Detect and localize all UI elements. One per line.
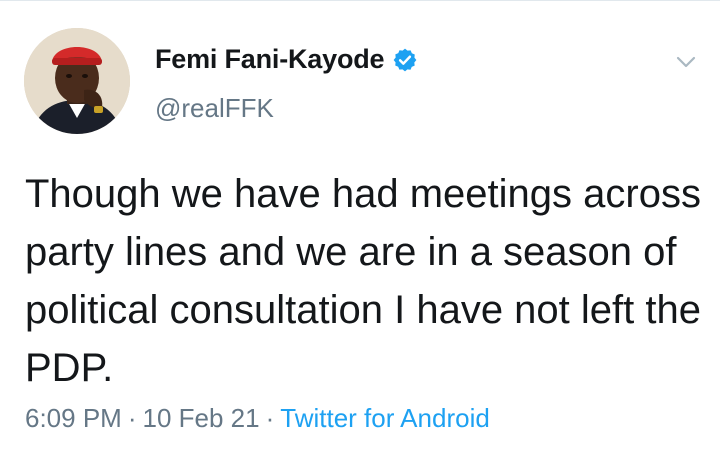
meta-separator: · — [127, 403, 137, 433]
top-divider — [0, 0, 720, 1]
tweet-date[interactable]: 10 Feb 21 — [143, 403, 260, 433]
author-display-name[interactable]: Femi Fani-Kayode — [155, 44, 385, 75]
profile-photo-icon — [24, 28, 130, 134]
tweet-metadata: 6:09 PM · 10 Feb 21 · Twitter for Android — [25, 403, 490, 434]
avatar[interactable] — [24, 28, 130, 134]
tweet-time[interactable]: 6:09 PM — [25, 403, 122, 433]
chevron-down-icon[interactable] — [674, 50, 698, 74]
tweet-source-link[interactable]: Twitter for Android — [280, 403, 490, 433]
verified-badge-icon — [393, 48, 417, 71]
author-name-row[interactable]: Femi Fani-Kayode — [155, 44, 418, 75]
author-handle[interactable]: @realFFK — [155, 93, 274, 124]
tweet-text: Though we have had meetings across party… — [25, 172, 713, 390]
meta-separator: · — [265, 403, 275, 433]
